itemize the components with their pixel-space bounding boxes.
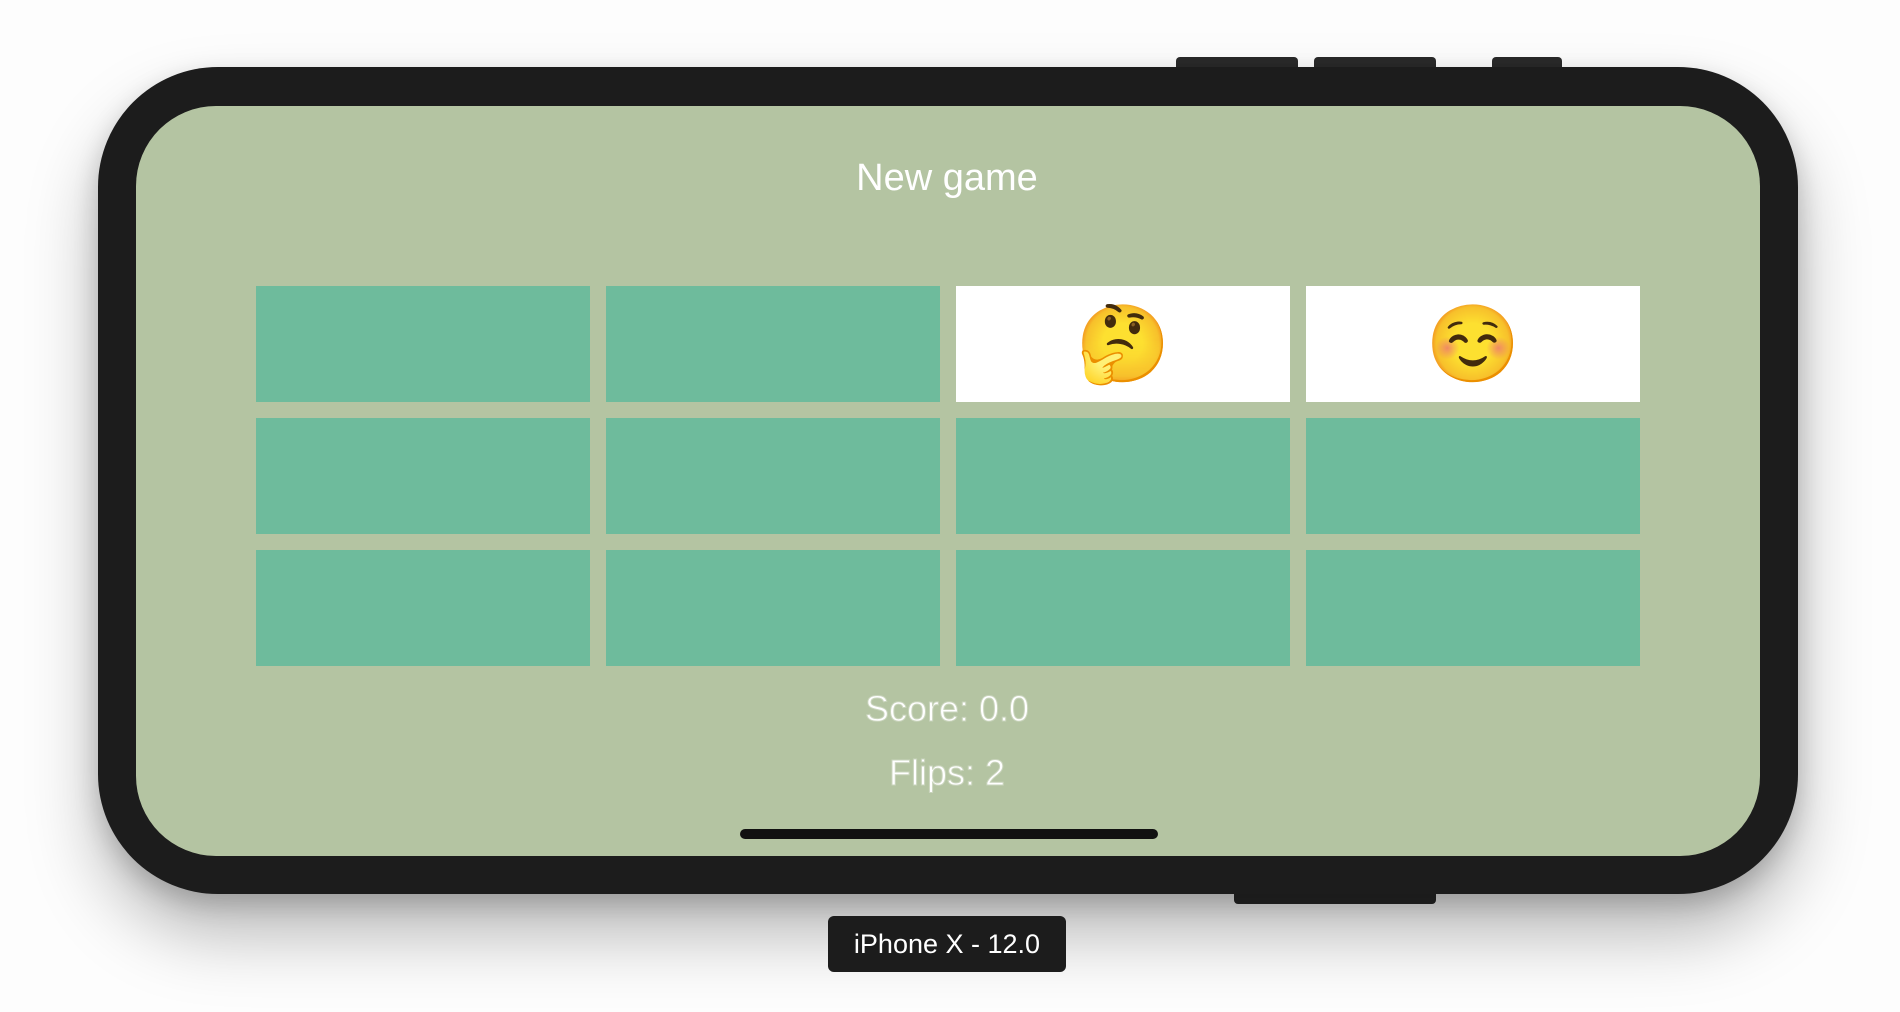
card[interactable] [606, 418, 940, 534]
card[interactable] [606, 286, 940, 402]
card-grid: 🤔 ☺️ [256, 286, 1640, 666]
device-label: iPhone X - 12.0 [828, 916, 1066, 972]
card[interactable] [256, 418, 590, 534]
card-emoji: 🤔 [1075, 302, 1171, 387]
card[interactable] [1306, 550, 1640, 666]
card[interactable] [256, 550, 590, 666]
card[interactable] [956, 550, 1290, 666]
flips-label: Flips: 2 [888, 752, 1006, 794]
card[interactable]: 🤔 [956, 286, 1290, 402]
card[interactable] [256, 286, 590, 402]
score-label: Score: 0.0 [864, 688, 1030, 730]
card-emoji: ☺️ [1425, 302, 1521, 387]
card[interactable]: ☺️ [1306, 286, 1640, 402]
card[interactable] [1306, 418, 1640, 534]
card[interactable] [956, 418, 1290, 534]
card[interactable] [606, 550, 940, 666]
simulator-stage: New game 🤔 ☺️ Score: 0.0 Flips: 2 iPhone… [0, 0, 1900, 1012]
new-game-button[interactable]: New game [0, 157, 1894, 200]
home-indicator[interactable] [740, 829, 1158, 839]
